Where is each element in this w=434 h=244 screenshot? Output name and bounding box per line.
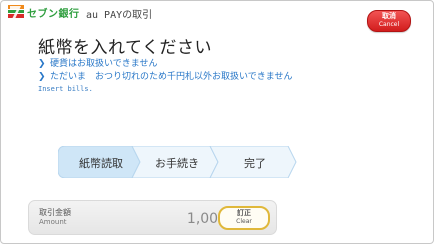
amount-label: 取引金額: [39, 208, 71, 217]
clear-label-en: Clear: [236, 218, 252, 225]
chevron-right-icon: ❯: [38, 59, 46, 69]
notice-text: 硬貨はお取扱いできません: [50, 59, 158, 69]
notice-item: ❯ 硬貨はお取扱いできません: [38, 58, 292, 71]
step-read-bills: 紙幣読取: [79, 157, 123, 170]
instruction-headline: 紙幣を入れてください: [38, 38, 212, 58]
page-title: au PAYの取引: [86, 10, 153, 21]
amount-label-en: Amount: [39, 218, 67, 226]
notice-item: ❯ ただいま おつり切れのため千円札以外お取扱いできません: [38, 71, 292, 84]
notice-text: ただいま おつり切れのため千円札以外お取扱いできません: [50, 72, 293, 82]
seven-logo-icon: [8, 4, 24, 20]
cancel-button[interactable]: 取消 Cancel: [367, 10, 411, 32]
notice-list: ❯ 硬貨はお取扱いできません ❯ ただいま おつり切れのため千円札以外お取扱いで…: [38, 58, 292, 84]
brand-name: セブン銀行: [27, 8, 80, 20]
clear-button[interactable]: 訂正 Clear: [218, 206, 270, 230]
instruction-english: Insert bills.: [38, 85, 93, 93]
clear-label: 訂正: [237, 209, 251, 217]
progress-steps: 紙幣読取 お手続き 完了: [58, 146, 298, 178]
step-procedure: お手続き: [155, 157, 199, 170]
cancel-label: 取消: [382, 12, 396, 20]
chevron-right-icon: ❯: [38, 72, 46, 82]
step-complete: 完了: [244, 157, 266, 170]
cancel-label-en: Cancel: [378, 21, 400, 28]
brand-logo: セブン銀行: [8, 4, 80, 20]
